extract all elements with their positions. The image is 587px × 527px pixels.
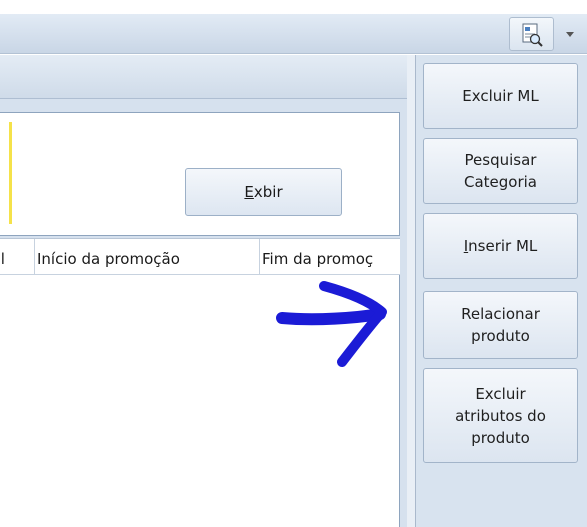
panel-header <box>0 55 407 99</box>
show-button[interactable]: Exbir <box>185 168 342 216</box>
column-header-end-date[interactable]: Fim da promoç <box>260 239 400 274</box>
insert-ml-label: Inserir ML <box>463 237 538 255</box>
relate-product-label: Relacionar produto <box>461 305 540 345</box>
delete-ml-label: Excluir ML <box>462 87 539 105</box>
relate-product-button[interactable]: Relacionar produto <box>423 291 578 359</box>
splitter[interactable] <box>407 55 415 527</box>
search-category-label: Pesquisar Categoria <box>463 151 537 191</box>
report-preview-icon <box>522 23 543 47</box>
toolbar <box>0 14 587 54</box>
column-header-start-date[interactable]: Início da promoção <box>35 239 260 274</box>
arrow-shaft <box>276 308 386 326</box>
dropdown-arrow-icon <box>566 32 574 37</box>
insert-ml-button[interactable]: Inserir ML <box>423 213 578 279</box>
top-margin <box>0 0 587 14</box>
grid-header: nal Início da promoção Fim da promoç <box>0 238 400 275</box>
search-category-button[interactable]: Pesquisar Categoria <box>423 138 578 204</box>
hand-drawn-arrow-icon <box>276 281 387 367</box>
show-button-label: Exbir <box>244 183 283 201</box>
highlight-bar <box>9 122 12 224</box>
delete-product-attributes-label: Excluir atributos do produto <box>455 384 546 447</box>
toolbar-dropdown-button[interactable] <box>557 17 583 51</box>
delete-product-attributes-button[interactable]: Excluir atributos do produto <box>423 368 578 463</box>
delete-ml-button[interactable]: Excluir ML <box>423 63 578 129</box>
column-header[interactable]: nal <box>0 239 35 274</box>
report-preview-button[interactable] <box>509 17 554 51</box>
